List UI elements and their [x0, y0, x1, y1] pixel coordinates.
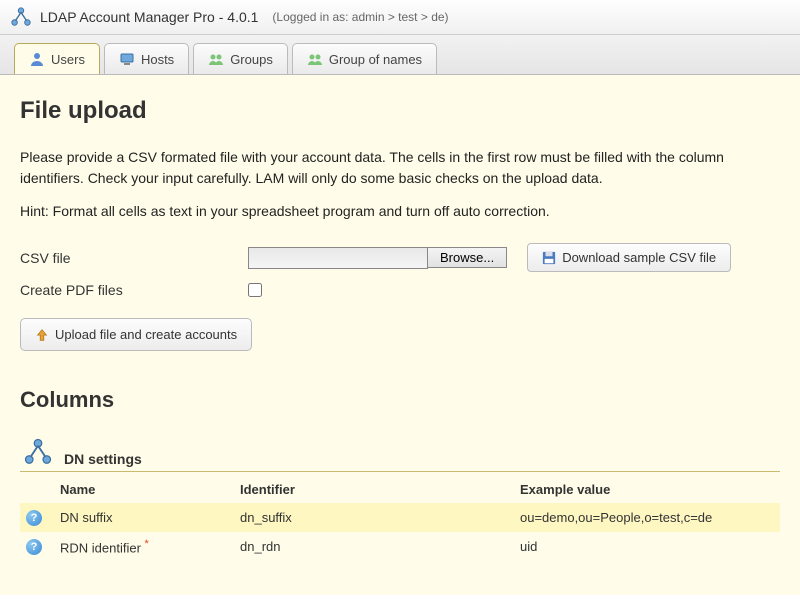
- file-path-box[interactable]: [248, 247, 428, 269]
- tab-users[interactable]: Users: [14, 43, 100, 74]
- page-hint: Hint: Format all cells as text in your s…: [20, 203, 780, 219]
- upload-arrow-icon: [35, 328, 49, 342]
- csv-file-row: CSV file Browse... Download sample CSV f…: [20, 243, 780, 272]
- columns-heading: Columns: [20, 387, 780, 413]
- table-row: ? DN suffix dn_suffix ou=demo,ou=People,…: [20, 503, 780, 532]
- host-icon: [119, 51, 135, 67]
- upload-button[interactable]: Upload file and create accounts: [20, 318, 252, 351]
- tab-label: Hosts: [141, 52, 174, 67]
- app-title: LDAP Account Manager Pro - 4.0.1: [40, 9, 258, 25]
- row-name: DN suffix: [54, 503, 234, 532]
- col-identifier-header: Identifier: [234, 476, 514, 503]
- app-header: LDAP Account Manager Pro - 4.0.1 (Logged…: [0, 0, 800, 35]
- tab-group-of-names[interactable]: Group of names: [292, 43, 437, 74]
- logged-in-label: (Logged in as: admin > test > de): [272, 10, 448, 24]
- page-description: Please provide a CSV formated file with …: [20, 147, 780, 189]
- row-example: ou=demo,ou=People,o=test,c=de: [514, 503, 780, 532]
- section-tree-icon: [20, 437, 56, 467]
- dn-section-header: DN settings: [20, 437, 780, 472]
- col-example-header: Example value: [514, 476, 780, 503]
- help-icon[interactable]: ?: [26, 510, 42, 526]
- create-pdf-row: Create PDF files: [20, 282, 780, 298]
- row-identifier: dn_rdn: [234, 532, 514, 561]
- tab-label: Groups: [230, 52, 273, 67]
- tab-label: Group of names: [329, 52, 422, 67]
- create-pdf-checkbox[interactable]: [248, 283, 262, 297]
- upload-label: Upload file and create accounts: [55, 327, 237, 342]
- user-icon: [29, 51, 45, 67]
- row-identifier: dn_suffix: [234, 503, 514, 532]
- download-sample-button[interactable]: Download sample CSV file: [527, 243, 731, 272]
- page-title: File upload: [20, 97, 780, 125]
- logo-tree-icon: [10, 6, 32, 28]
- csv-file-label: CSV file: [20, 250, 248, 266]
- table-header-row: Name Identifier Example value: [20, 476, 780, 503]
- group-icon: [208, 51, 224, 67]
- file-input-widget: Browse...: [248, 247, 507, 269]
- floppy-icon: [542, 251, 556, 265]
- help-icon[interactable]: ?: [26, 539, 42, 555]
- browse-button[interactable]: Browse...: [427, 247, 507, 268]
- table-row: ? RDN identifier * dn_rdn uid: [20, 532, 780, 561]
- col-name-header: Name: [54, 476, 234, 503]
- row-name: RDN identifier *: [54, 532, 234, 561]
- row-example: uid: [514, 532, 780, 561]
- tab-groups[interactable]: Groups: [193, 43, 288, 74]
- download-label: Download sample CSV file: [562, 250, 716, 265]
- tab-bar: Users Hosts Groups Group of names: [0, 35, 800, 75]
- tab-hosts[interactable]: Hosts: [104, 43, 189, 74]
- tab-label: Users: [51, 52, 85, 67]
- required-asterisk: *: [145, 538, 149, 550]
- create-pdf-label: Create PDF files: [20, 282, 248, 298]
- columns-table: Name Identifier Example value ? DN suffi…: [20, 476, 780, 561]
- main-content: File upload Please provide a CSV formate…: [0, 75, 800, 595]
- group-names-icon: [307, 51, 323, 67]
- section-title: DN settings: [64, 451, 142, 467]
